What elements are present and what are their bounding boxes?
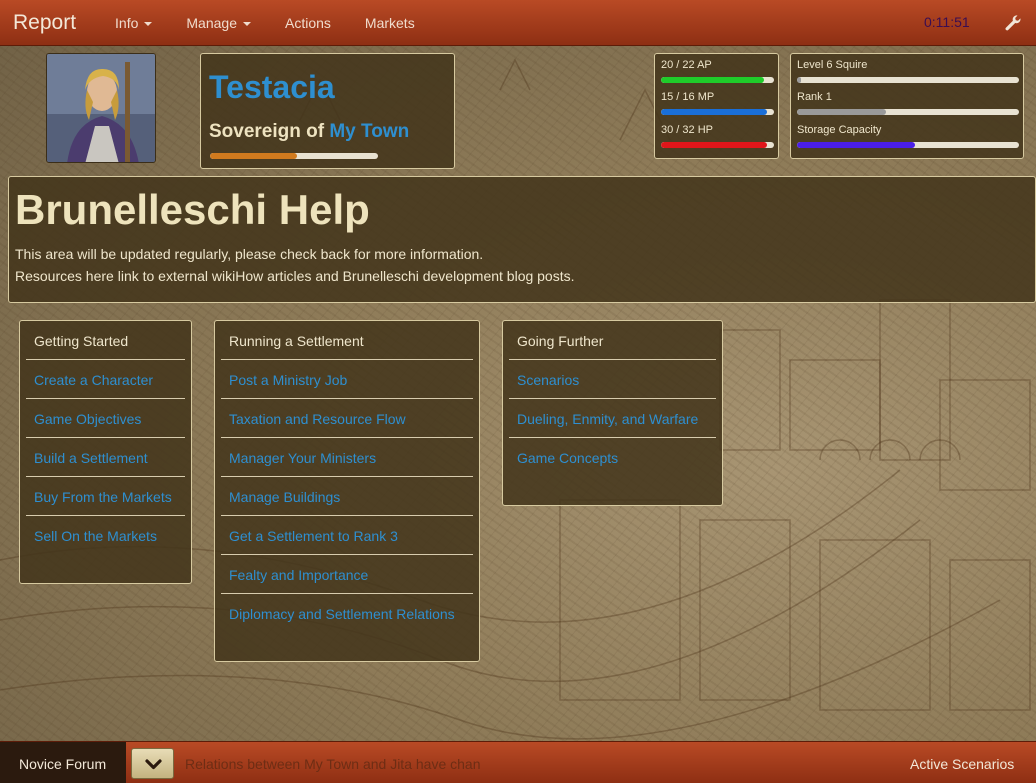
help-link[interactable]: Get a Settlement to Rank 3 — [221, 516, 473, 555]
level-bar — [797, 77, 1019, 83]
help-link[interactable]: Build a Settlement — [26, 438, 185, 477]
column-heading: Getting Started — [26, 321, 185, 360]
character-progress-fill — [210, 153, 298, 159]
help-link[interactable]: Post a Ministry Job — [221, 360, 473, 399]
help-link[interactable]: Diplomacy and Settlement Relations — [221, 594, 473, 633]
hp-bar — [661, 142, 774, 148]
character-portrait-icon — [47, 54, 155, 162]
help-intro-line-1: This area will be updated regularly, ple… — [15, 246, 484, 262]
help-link[interactable]: Create a Character — [26, 360, 185, 399]
caret-down-icon — [242, 21, 251, 26]
mp-bar — [661, 109, 774, 115]
nav-actions-label: Actions — [284, 14, 331, 31]
character-name[interactable]: Testacia — [209, 69, 335, 106]
stats-panel: 20 / 22 AP 15 / 16 MP 30 / 32 HP — [654, 53, 779, 159]
help-link[interactable]: Fealty and Importance — [221, 555, 473, 594]
nav-manage-label: Manage — [186, 14, 237, 31]
rank-panel: Level 6 Squire Rank 1 Storage Capacity — [790, 53, 1024, 159]
storage-label: Storage Capacity — [797, 124, 882, 136]
help-link[interactable]: Manage Buildings — [221, 477, 473, 516]
novice-forum-button[interactable]: Novice Forum — [0, 742, 126, 783]
level-bar-fill — [797, 77, 802, 83]
getting-started-panel: Getting Started Create a Character Game Ob… — [19, 320, 192, 584]
ap-bar-fill — [661, 77, 764, 83]
storage-bar — [797, 142, 1019, 148]
mp-bar-fill — [661, 109, 767, 115]
hp-label: 30 / 32 HP — [661, 124, 713, 136]
mp-label: 15 / 16 MP — [661, 91, 715, 103]
character-title: Sovereign of My Town — [209, 121, 409, 143]
running-settlement-list: Running a Settlement Post a Ministry Job T… — [221, 321, 473, 633]
title-prefix: Sovereign of — [209, 121, 325, 142]
nav-info-label: Info — [115, 14, 139, 31]
town-link[interactable]: My Town — [329, 121, 409, 142]
level-label: Level 6 Squire — [797, 59, 868, 71]
rank-bar-fill — [797, 109, 886, 115]
game-clock: 0:11:51 — [924, 14, 970, 30]
nav-info-dropdown[interactable]: Info — [98, 0, 169, 46]
rank-label: Rank 1 — [797, 91, 832, 103]
chevron-down-icon — [145, 759, 162, 770]
hp-bar-fill — [661, 142, 767, 148]
active-scenarios-link[interactable]: Active Scenarios — [910, 756, 1014, 772]
wrench-icon[interactable] — [1003, 13, 1023, 33]
nav-actions-link[interactable]: Actions — [268, 0, 348, 46]
nav-manage-dropdown[interactable]: Manage — [169, 0, 268, 46]
help-link[interactable]: Dueling, Enmity, and Warfare — [509, 399, 716, 438]
going-further-list: Going Further Scenarios Dueling, Enmity, a… — [509, 321, 716, 477]
report-brand-link[interactable]: Report — [13, 11, 76, 35]
help-link[interactable]: Taxation and Resource Flow — [221, 399, 473, 438]
character-progress-bar — [210, 153, 378, 159]
character-info-panel: Testacia Sovereign of My Town — [200, 53, 455, 169]
help-link[interactable]: Game Objectives — [26, 399, 185, 438]
page-title: Brunelleschi Help — [15, 186, 370, 233]
nav-markets-label: Markets — [364, 14, 415, 31]
help-link[interactable]: Game Concepts — [509, 438, 716, 477]
getting-started-list: Getting Started Create a Character Game Ob… — [26, 321, 185, 555]
going-further-panel: Going Further Scenarios Dueling, Enmity, a… — [502, 320, 723, 506]
column-heading: Going Further — [509, 321, 716, 360]
top-navbar: Report Info Manage Actions Markets 0:11:… — [0, 0, 1036, 46]
help-header-panel: Brunelleschi Help This area will be upda… — [8, 176, 1036, 303]
help-link[interactable]: Sell On the Markets — [26, 516, 185, 555]
help-intro-line-2: Resources here link to external wikiHow … — [15, 268, 575, 284]
running-settlement-panel: Running a Settlement Post a Ministry Job T… — [214, 320, 480, 662]
ap-bar — [661, 77, 774, 83]
bottom-bar: Novice Forum Relations between My Town a… — [0, 741, 1036, 783]
help-link[interactable]: Buy From the Markets — [26, 477, 185, 516]
character-avatar[interactable] — [46, 53, 156, 163]
ap-label: 20 / 22 AP — [661, 59, 712, 71]
column-heading: Running a Settlement — [221, 321, 473, 360]
nav-markets-link[interactable]: Markets — [348, 0, 432, 46]
help-link[interactable]: Scenarios — [509, 360, 716, 399]
expand-ticker-button[interactable] — [131, 748, 174, 779]
rank-bar — [797, 109, 1019, 115]
caret-down-icon — [144, 21, 153, 26]
news-ticker: Relations between My Town and Jita have … — [185, 756, 481, 772]
help-link[interactable]: Manager Your Ministers — [221, 438, 473, 477]
storage-bar-fill — [797, 142, 915, 148]
